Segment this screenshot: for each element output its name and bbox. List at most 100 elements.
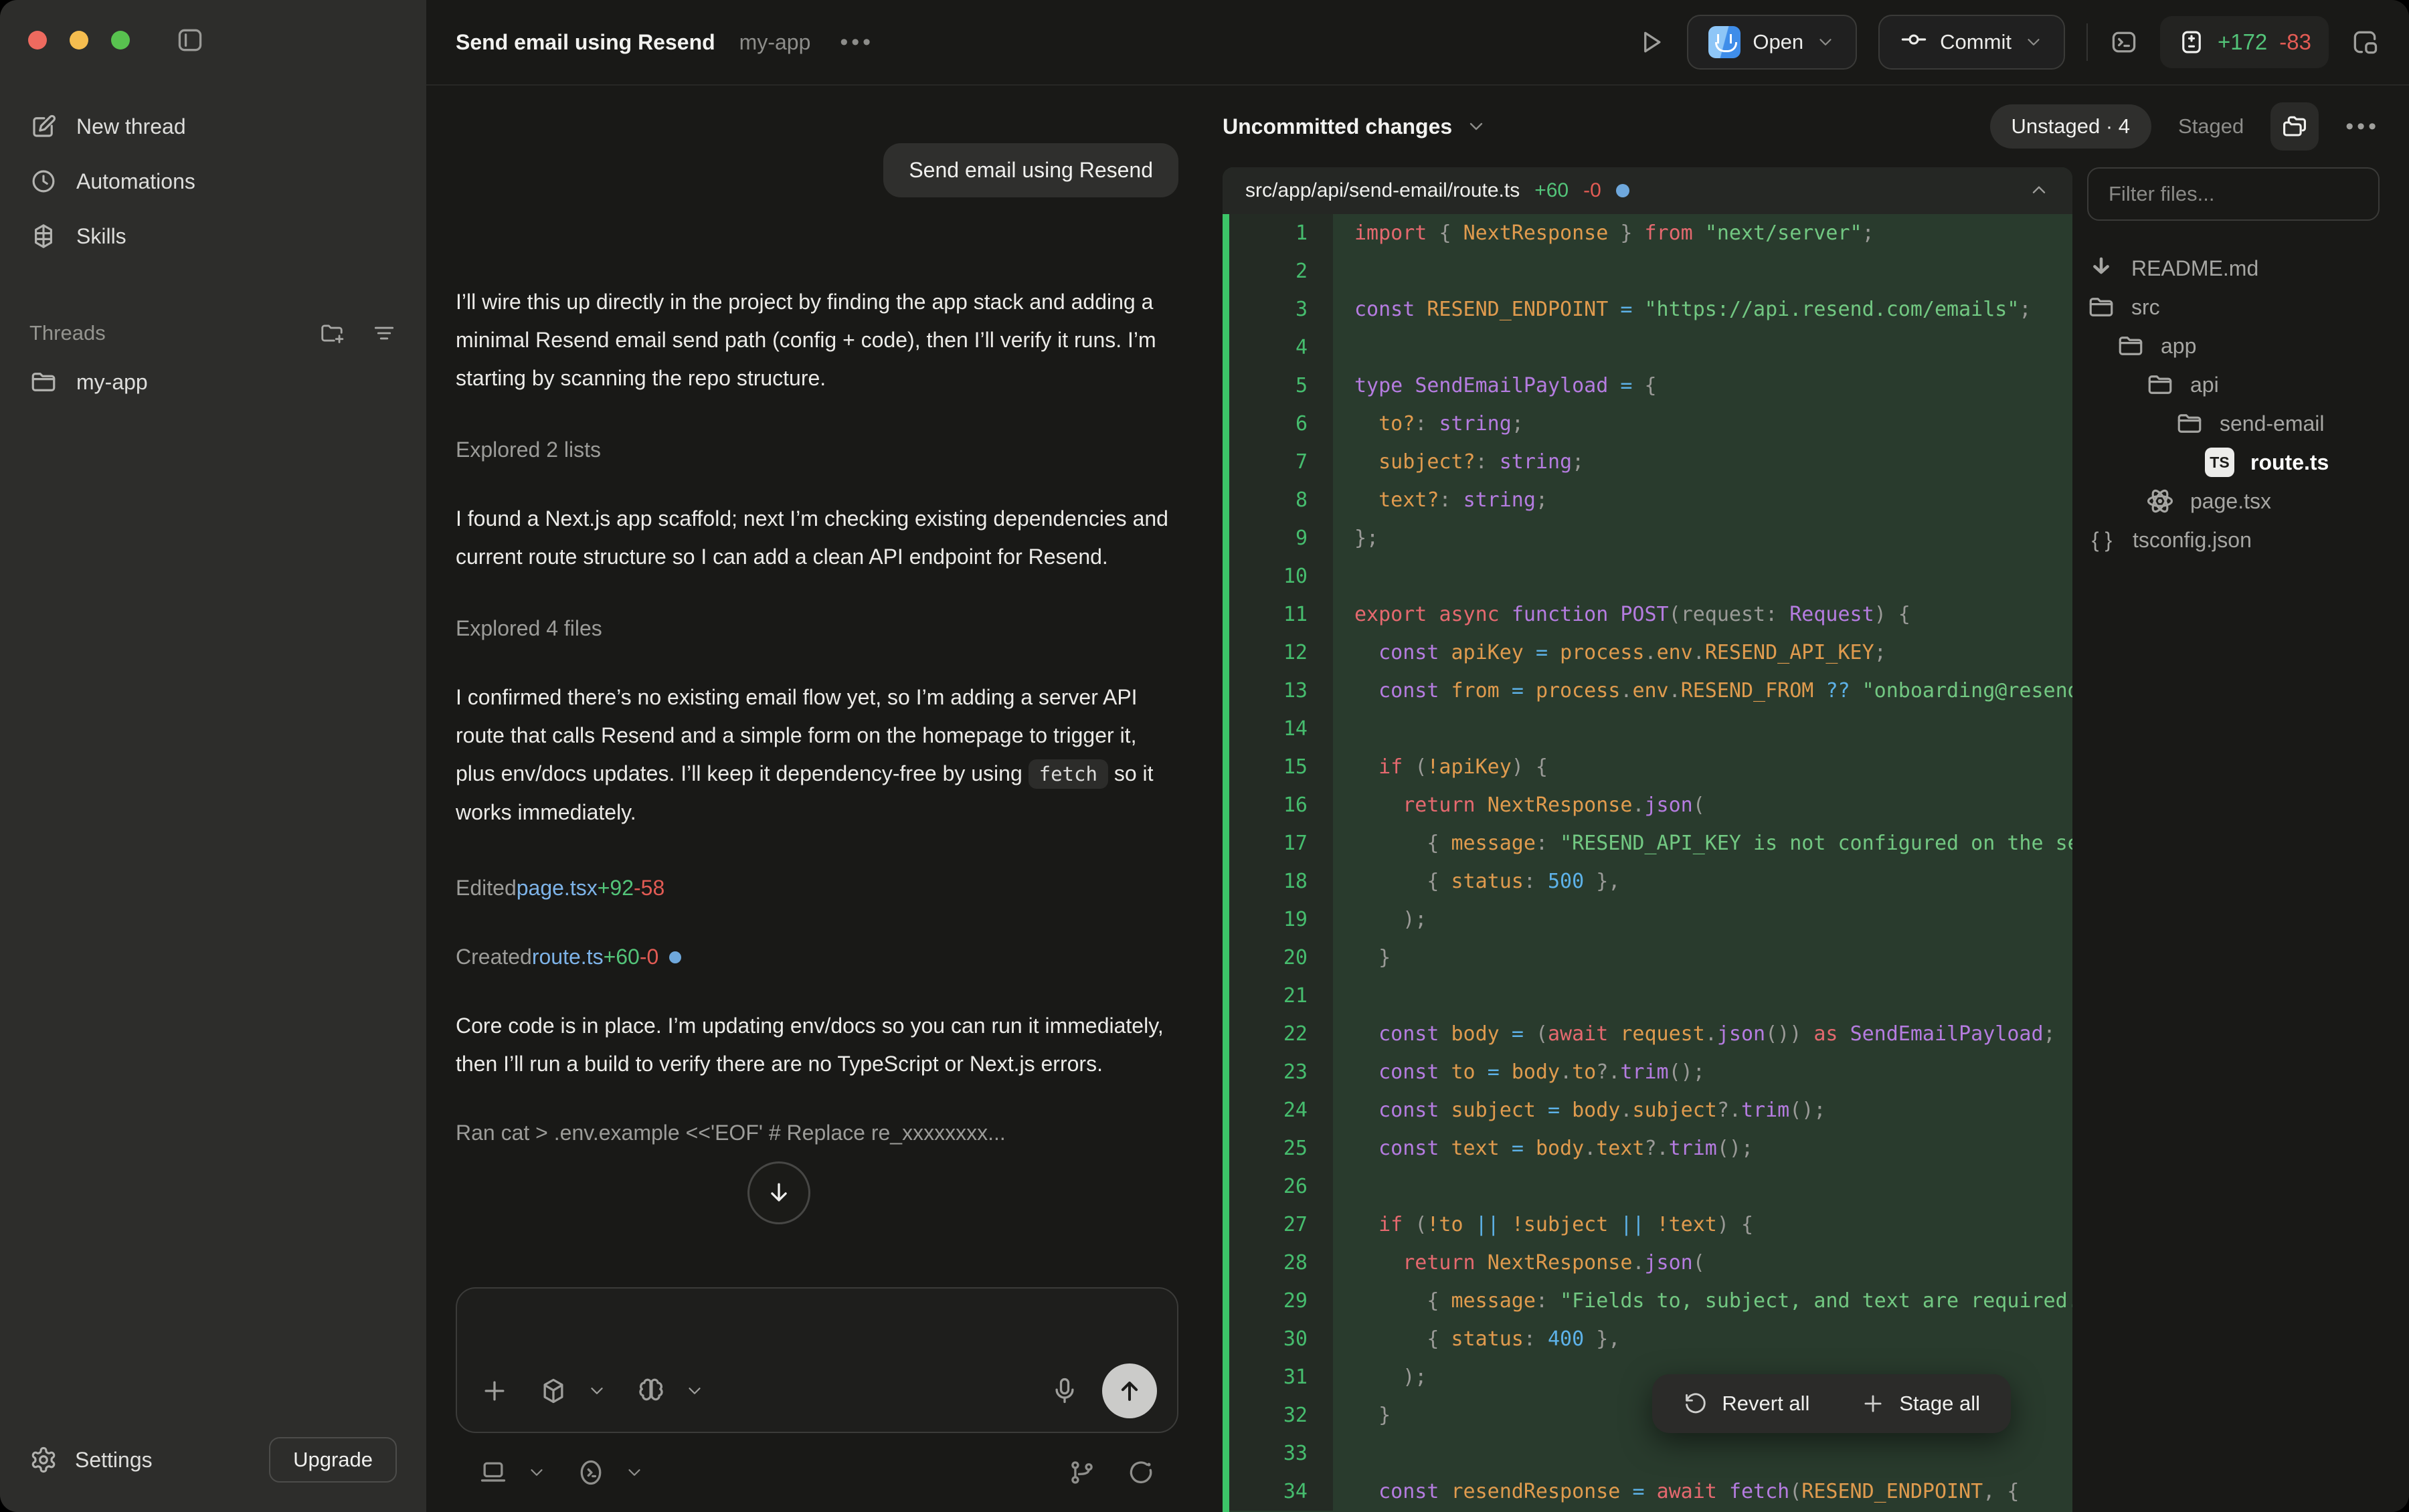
commit-button[interactable]: Commit — [1878, 15, 2065, 70]
diff-file-path: src/app/api/send-email/route.ts — [1245, 179, 1520, 202]
scroll-to-bottom-button[interactable] — [747, 1161, 810, 1224]
line-number: 19 — [1223, 901, 1333, 939]
file-name: api — [2190, 373, 2219, 397]
composer-footer — [456, 1433, 1178, 1512]
more-options-icon[interactable]: ••• — [2345, 114, 2380, 140]
line-number: 33 — [1223, 1434, 1333, 1473]
picture-in-picture-icon[interactable] — [2350, 27, 2380, 57]
code-line: 16 return NextResponse.json( — [1223, 786, 2072, 824]
main-area: Send email using Resend my-app ••• Open … — [426, 0, 2409, 1512]
window-controls — [0, 0, 426, 50]
tab-unstaged[interactable]: Unstaged · 4 — [1990, 104, 2152, 149]
line-number: 29 — [1223, 1282, 1333, 1320]
line-number: 30 — [1223, 1320, 1333, 1358]
edited-file-row[interactable]: Edited page.tsx +92 -58 — [456, 876, 1178, 901]
code-line: 18 { status: 500 }, — [1223, 862, 2072, 901]
sidebar-item-new-thread[interactable]: New thread — [0, 99, 426, 154]
ts-icon: TS — [2205, 448, 2234, 477]
thread-menu-icon[interactable]: ••• — [840, 29, 874, 56]
blue-dot — [669, 951, 681, 963]
created-file-row[interactable]: Created route.ts +60 -0 — [456, 945, 1178, 969]
added-lines-count: +172 — [2218, 29, 2267, 55]
open-button[interactable]: Open — [1687, 15, 1857, 70]
file-tree-item-send-email[interactable]: send-email — [2087, 404, 2380, 443]
skills-box-icon — [29, 222, 58, 250]
added-lines-accent-bar — [1223, 214, 1229, 1512]
diff-code-view[interactable]: 1import { NextResponse } from "next/serv… — [1223, 214, 2072, 1512]
file-tree-item-readme-md[interactable]: README.md — [2087, 249, 2380, 288]
code-line: 22 const body = (await request.json()) a… — [1223, 1015, 2072, 1053]
thread-item-my-app[interactable]: my-app — [0, 355, 426, 409]
line-number: 11 — [1223, 595, 1333, 634]
sidebar-item-skills[interactable]: Skills — [0, 209, 426, 264]
chevron-down-icon[interactable] — [527, 1462, 547, 1483]
context-ring-icon[interactable] — [1126, 1458, 1156, 1487]
filter-files-input[interactable] — [2087, 167, 2380, 221]
line-number: 2 — [1223, 252, 1333, 290]
file-tree-item-route-ts[interactable]: TSroute.ts — [2087, 443, 2380, 482]
chevron-down-icon[interactable] — [587, 1381, 607, 1401]
revert-all-button[interactable]: Revert all — [1683, 1391, 1809, 1416]
line-number: 23 — [1223, 1053, 1333, 1091]
model-cube-icon[interactable] — [539, 1376, 568, 1406]
code-line: 30 { status: 400 }, — [1223, 1320, 2072, 1358]
file-tree-item-tsconfig-json[interactable]: { }tsconfig.json — [2087, 521, 2380, 559]
sidebar-item-automations[interactable]: Automations — [0, 154, 426, 209]
terminal-icon[interactable] — [2109, 27, 2139, 57]
git-panels: src/app/api/send-email/route.ts +60 -0 1… — [1208, 167, 2409, 1512]
settings-button[interactable]: Settings — [29, 1446, 153, 1474]
zoom-window-button[interactable] — [111, 31, 130, 50]
uncommitted-changes-dropdown[interactable]: Uncommitted changes — [1223, 114, 1487, 139]
arrow-down-icon — [764, 1178, 794, 1208]
ran-command-row[interactable]: Ran cat > .env.example <<'EOF' # Replace… — [456, 1121, 1178, 1145]
arrow-up-icon — [1115, 1376, 1144, 1406]
file-tree-item-src[interactable]: src — [2087, 288, 2380, 326]
stage-all-label: Stage all — [1899, 1392, 1980, 1416]
line-number: 26 — [1223, 1167, 1333, 1206]
explored-lists-label[interactable]: Explored 2 lists — [456, 438, 1178, 462]
file-name: README.md — [2131, 256, 2258, 281]
file-tree-item-api[interactable]: api — [2087, 365, 2380, 404]
code-line: 33 — [1223, 1434, 2072, 1473]
diff-file-header[interactable]: src/app/api/send-email/route.ts +60 -0 — [1223, 167, 2072, 214]
commit-label: Commit — [1940, 30, 2012, 54]
upgrade-button[interactable]: Upgrade — [269, 1437, 397, 1483]
project-name: my-app — [739, 30, 811, 55]
tab-staged[interactable]: Staged — [2178, 114, 2244, 138]
git-commit-icon — [1900, 25, 1928, 59]
diff-stats-button[interactable]: +172 -83 — [2160, 16, 2329, 68]
stage-all-button[interactable]: Stage all — [1860, 1391, 1980, 1416]
code-line: 9}; — [1223, 519, 2072, 557]
code-line: 19 ); — [1223, 901, 2072, 939]
code-line: 21 — [1223, 977, 2072, 1015]
close-window-button[interactable] — [28, 31, 47, 50]
sidebar-toggle-icon[interactable] — [175, 25, 205, 58]
agent-terminal-icon[interactable] — [576, 1458, 606, 1487]
user-message-bubble: Send email using Resend — [883, 143, 1178, 197]
assistant-paragraph: I confirmed there’s no existing email fl… — [456, 678, 1178, 832]
composer-input[interactable] — [477, 1305, 1157, 1372]
filter-sort-icon[interactable] — [371, 320, 397, 346]
finder-icon — [1708, 26, 1741, 58]
line-number: 10 — [1223, 557, 1333, 595]
chevron-down-icon[interactable] — [624, 1462, 644, 1483]
line-number: 13 — [1223, 672, 1333, 710]
folder-copy-icon[interactable] — [2270, 102, 2319, 151]
file-tree-item-page-tsx[interactable]: page.tsx — [2087, 482, 2380, 521]
new-folder-icon[interactable] — [319, 320, 345, 346]
brain-icon[interactable] — [636, 1376, 666, 1406]
run-play-icon[interactable] — [1636, 27, 1666, 57]
send-button[interactable] — [1102, 1363, 1157, 1418]
file-tree-item-app[interactable]: app — [2087, 326, 2380, 365]
microphone-icon[interactable] — [1050, 1376, 1079, 1406]
chevron-down-icon[interactable] — [685, 1381, 705, 1401]
minimize-window-button[interactable] — [70, 31, 88, 50]
collapse-chevron-up-icon[interactable] — [2028, 180, 2050, 201]
content-area: Send email using Resend I’ll wire this u… — [426, 86, 2409, 1512]
plus-icon[interactable] — [480, 1376, 509, 1406]
inline-code-chip: fetch — [1029, 759, 1108, 789]
code-line: 23 const to = body.to?.trim(); — [1223, 1053, 2072, 1091]
laptop-icon[interactable] — [478, 1458, 508, 1487]
explored-files-label[interactable]: Explored 4 files — [456, 616, 1178, 641]
git-branch-icon[interactable] — [1067, 1458, 1097, 1487]
